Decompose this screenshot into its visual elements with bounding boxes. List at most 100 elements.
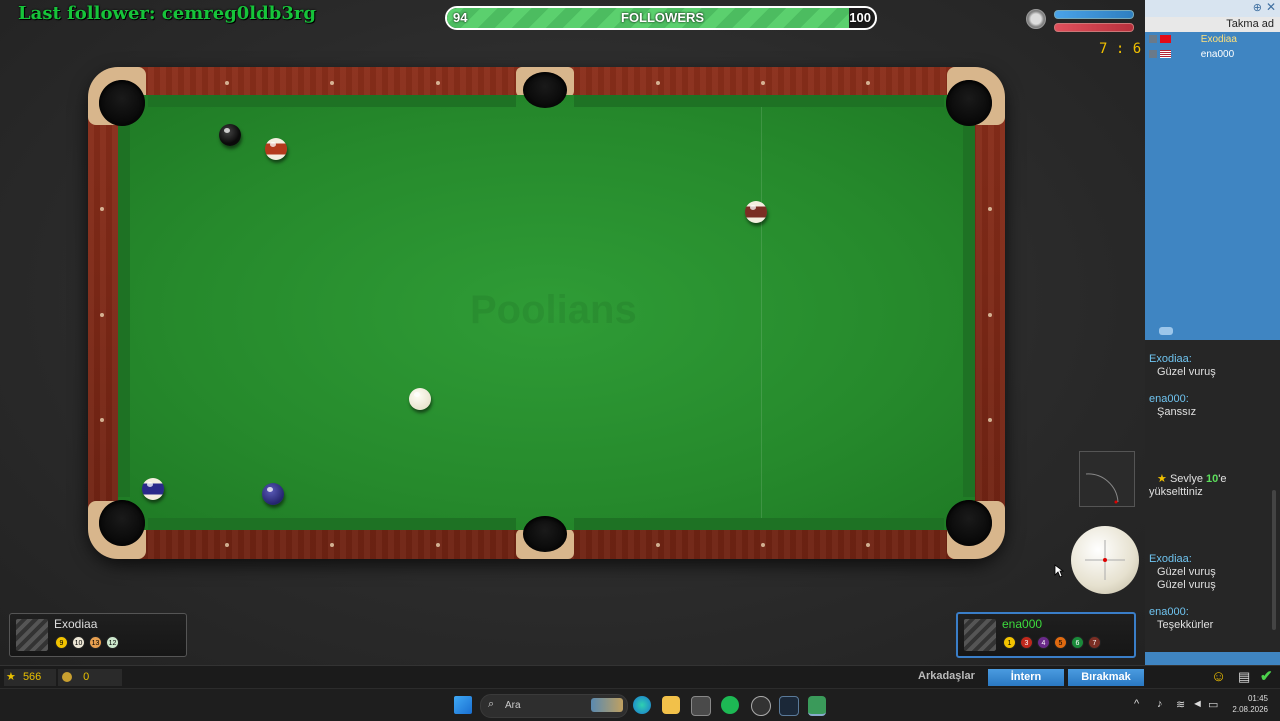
rail-diamond xyxy=(656,81,660,85)
game-app-icon[interactable] xyxy=(808,696,826,716)
microphone-icon[interactable]: ♪ xyxy=(1157,698,1163,710)
friends-button[interactable]: Arkadaşlar xyxy=(918,670,975,682)
player-card-left: Exodiaa 9 10 13 12 xyxy=(9,613,187,657)
chat-panel: Exodiaa: Güzel vuruş ena000: Şanssız ★ S… xyxy=(1145,340,1280,652)
steam-icon[interactable] xyxy=(779,696,799,716)
player-name: Exodiaa xyxy=(54,617,98,631)
ball-2 xyxy=(262,483,284,505)
leave-button[interactable]: Bırakmak xyxy=(1068,669,1144,686)
cushion xyxy=(118,125,130,497)
stars-counter: ★ 566 xyxy=(4,669,56,686)
expand-icon[interactable]: ⊕ xyxy=(1253,1,1262,14)
rail-diamond xyxy=(100,418,104,422)
intern-button[interactable]: İntern xyxy=(988,669,1064,686)
ball-icon: 12 xyxy=(106,636,119,649)
volume-icon[interactable]: ◄ xyxy=(1192,698,1203,710)
player-card-right: ena000 1 3 4 5 6 7 xyxy=(956,612,1136,658)
chat-message: Güzel vuruş xyxy=(1157,566,1216,578)
cue-ball xyxy=(409,388,431,410)
wifi-icon[interactable]: ≋ xyxy=(1176,698,1185,711)
ball-icon: 4 xyxy=(1037,636,1050,649)
sidebar-toolbar: ⊕ ✕ xyxy=(1145,0,1280,17)
ball-icon: 5 xyxy=(1054,636,1067,649)
rail-diamond xyxy=(330,543,334,547)
player-list-name: Exodiaa xyxy=(1200,34,1237,45)
list-item[interactable]: Exodiaa xyxy=(1149,34,1237,48)
taskbar-clock[interactable]: 01:45 2.08.2026 xyxy=(1232,693,1268,715)
taskbar-search[interactable]: ⌕ Ara xyxy=(480,694,628,718)
app-icon[interactable] xyxy=(751,696,771,716)
folder-icon[interactable] xyxy=(662,696,680,714)
rail-diamond xyxy=(761,543,765,547)
coins-value: 0 xyxy=(83,671,90,683)
rail-diamond xyxy=(656,543,660,547)
ball-icon: 1 xyxy=(1003,636,1016,649)
list-item[interactable]: ena000 xyxy=(1149,49,1234,63)
ball-11 xyxy=(265,138,287,160)
ball-icon: 7 xyxy=(1088,636,1101,649)
cushion xyxy=(148,95,516,107)
star-icon: ★ xyxy=(6,671,16,683)
ball-icon: 3 xyxy=(1020,636,1033,649)
ball-8 xyxy=(219,124,241,146)
search-highlight-image xyxy=(591,698,623,712)
followers-progress-bar: 94 FOLLOWERS 100 xyxy=(445,6,877,30)
column-nickname[interactable]: Takma ad xyxy=(1226,18,1274,30)
battery-icon[interactable]: ▭ xyxy=(1208,698,1218,711)
os-taskbar: ⌕ Ara ^ ♪ ≋ ◄ ▭ 01:45 2.08.2026 xyxy=(0,688,1280,721)
chat-user: Exodiaa: xyxy=(1149,353,1192,365)
player-list-name: ena000 xyxy=(1200,49,1235,60)
checkmark-icon[interactable]: ✔ xyxy=(1260,667,1273,685)
cushion xyxy=(963,125,975,497)
ball-15 xyxy=(745,201,767,223)
close-icon[interactable]: ✕ xyxy=(1266,0,1276,14)
search-placeholder: Ara xyxy=(505,700,521,711)
rail-diamond xyxy=(988,207,992,211)
rail-diamond xyxy=(866,81,870,85)
flag-icon xyxy=(1160,50,1171,59)
rail-diamond xyxy=(436,81,440,85)
avatar xyxy=(16,619,48,651)
chat-input-strip[interactable] xyxy=(1145,652,1280,665)
ball-icon: 6 xyxy=(1071,636,1084,649)
chat-message: Güzel vuruş xyxy=(1157,579,1216,591)
start-icon[interactable] xyxy=(454,696,472,714)
rail-diamond xyxy=(436,543,440,547)
avatar xyxy=(964,619,996,651)
power-indicator xyxy=(1079,451,1135,507)
last-follower-text: Last follower: cemreg0ldb3rg xyxy=(18,3,316,24)
pocket xyxy=(523,516,567,552)
store-icon[interactable] xyxy=(691,696,711,716)
player-list: Exodiaa ena000 xyxy=(1145,32,1280,324)
rail-diamond xyxy=(225,543,229,547)
chat-user: ena000: xyxy=(1149,606,1189,618)
followers-goal: 100 xyxy=(849,10,871,25)
edge-icon[interactable] xyxy=(633,696,651,714)
rail-diamond xyxy=(100,207,104,211)
rail-diamond xyxy=(866,543,870,547)
resize-handle[interactable] xyxy=(1145,324,1280,340)
spin-control[interactable] xyxy=(1071,526,1139,594)
ball-icon: 10 xyxy=(72,636,85,649)
stars-value: 566 xyxy=(22,671,42,683)
ball-10 xyxy=(142,478,164,500)
star-icon: ★ xyxy=(1157,473,1167,485)
tray-overflow-icon[interactable]: ^ xyxy=(1134,698,1139,710)
rail-diamond xyxy=(761,81,765,85)
ball-icon: 13 xyxy=(89,636,102,649)
timer-bar-blue xyxy=(1054,10,1134,19)
rail-diamond xyxy=(225,81,229,85)
chat-message: Teşekkürler xyxy=(1157,619,1214,631)
game-area[interactable]: Last follower: cemreg0ldb3rg 94 FOLLOWER… xyxy=(0,0,1145,665)
spotify-icon[interactable] xyxy=(721,696,739,714)
chat-icon[interactable]: ▤ xyxy=(1238,669,1250,685)
clock-time: 01:45 xyxy=(1247,694,1268,703)
level-suffix: 'e xyxy=(1218,473,1227,485)
emoji-icon[interactable]: ☺ xyxy=(1211,668,1226,685)
coins-counter: 0 xyxy=(58,669,122,686)
chat-scrollbar[interactable] xyxy=(1272,490,1276,630)
pocket xyxy=(523,72,567,108)
chat-user: ena000: xyxy=(1149,393,1189,405)
chat-message: Şanssız xyxy=(1157,406,1197,418)
pocket xyxy=(99,500,145,546)
